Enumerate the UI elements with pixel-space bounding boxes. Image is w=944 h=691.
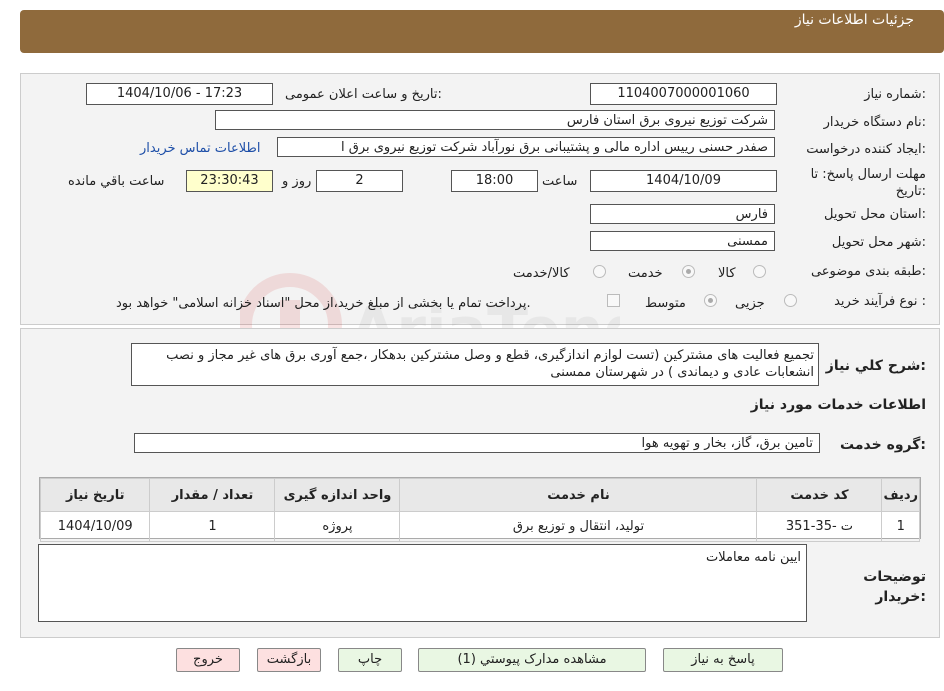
process-radio-medium[interactable]: [704, 294, 717, 307]
category-goods-label: کالا: [718, 266, 736, 281]
category-service-label: خدمت: [628, 266, 663, 281]
remaining-time-field: 23:30:43: [186, 170, 273, 192]
process-medium-label: متوسط: [645, 296, 686, 311]
category-label: طبقه بندی موضوعی:: [810, 264, 926, 279]
deadline-time-field[interactable]: 18:00: [451, 170, 538, 192]
days-label: روز و: [282, 174, 312, 189]
payment-checkbox[interactable]: [607, 294, 620, 307]
table-header-row: رديف کد خدمت نام خدمت واحد اندازه گیری ت…: [39, 478, 920, 512]
category-radio-service[interactable]: [682, 265, 695, 278]
cell-service-code: ت -35-351: [756, 511, 883, 542]
city-field[interactable]: ممسنی: [590, 231, 775, 251]
col-header-service-name: نام خدمت: [399, 478, 758, 512]
notes-label: توضیحات خریدار:: [863, 569, 926, 605]
province-field[interactable]: فارس: [590, 204, 775, 224]
process-minor-label: جزیی: [735, 296, 765, 311]
days-field[interactable]: 2: [316, 170, 403, 192]
summary-label: شرح کلي نياز:: [825, 358, 926, 374]
need-number-label: شماره نیاز:: [864, 87, 926, 102]
province-label: استان محل تحویل:: [824, 207, 926, 222]
service-group-field[interactable]: تامین برق، گاز، بخار و تهویه هوا: [134, 433, 820, 453]
notes-textarea[interactable]: ایین نامه معاملات: [38, 544, 807, 622]
cell-unit: پروژه: [274, 511, 401, 542]
announce-field[interactable]: 1404/10/06 - 17:23: [86, 83, 273, 105]
requester-label: ایجاد کننده درخواست:: [806, 142, 926, 157]
cell-need-date: 1404/10/09: [39, 511, 151, 542]
back-button[interactable]: بازگشت: [257, 648, 321, 672]
deadline-label: مهلت ارسال پاسخ: تا تاریخ:: [810, 167, 926, 199]
buyer-org-label: نام دستگاه خریدار:: [823, 115, 926, 130]
reply-button[interactable]: پاسخ به نیاز: [663, 648, 783, 672]
need-number-field[interactable]: 1104007000001060: [590, 83, 777, 105]
summary-textarea[interactable]: تجمیع فعالیت های مشترکین (تست لوازم اندا…: [131, 343, 819, 386]
exit-button[interactable]: خروج: [176, 648, 240, 672]
requester-field[interactable]: صفدر حسنی رییس اداره مالی و پشتیبانی برق…: [277, 137, 775, 157]
time-label: ساعت: [542, 174, 578, 189]
deadline-date-field[interactable]: 1404/10/09: [590, 170, 777, 192]
cell-service-name: تولید، انتقال و توزیع برق: [399, 511, 758, 542]
page-title: جزئيات اطلاعات نياز: [794, 12, 914, 28]
announce-label: تاریخ و ساعت اعلان عمومی:: [285, 87, 442, 102]
col-header-service-code: کد خدمت: [756, 478, 883, 512]
remaining-label: ساعت باقي مانده: [68, 174, 165, 189]
services-table: رديف کد خدمت نام خدمت واحد اندازه گیری ت…: [39, 478, 920, 542]
payment-note: پرداخت تمام یا بخشی از مبلغ خرید،از محل …: [116, 296, 531, 311]
cell-quantity: 1: [149, 511, 276, 542]
col-header-need-date: تاریخ نیاز: [39, 478, 151, 512]
col-header-unit: واحد اندازه گیری: [274, 478, 401, 512]
view-attachments-button[interactable]: مشاهده مدارک پیوستي (1): [418, 648, 646, 672]
process-radio-minor[interactable]: [784, 294, 797, 307]
cell-row-number: 1: [881, 511, 920, 542]
process-label: نوع فرآیند خرید :: [834, 294, 926, 309]
table-row: 1 ت -35-351 تولید، انتقال و توزیع برق پر…: [39, 511, 920, 542]
services-title: اطلاعات خدمات مورد نياز: [750, 397, 926, 413]
col-header-row-number: رديف: [881, 478, 920, 512]
category-radio-both[interactable]: [593, 265, 606, 278]
city-label: شهر محل تحویل:: [831, 235, 926, 250]
print-button[interactable]: چاپ: [338, 648, 402, 672]
service-group-label: گروه خدمت:: [840, 437, 926, 453]
category-radio-goods[interactable]: [753, 265, 766, 278]
contact-buyer-link[interactable]: اطلاعات تماس خریدار: [140, 141, 260, 156]
buyer-org-field[interactable]: شرکت توزیع نیروی برق استان فارس: [215, 110, 775, 130]
col-header-quantity: تعداد / مقدار: [149, 478, 276, 512]
category-both-label: کالا/خدمت: [513, 266, 570, 281]
